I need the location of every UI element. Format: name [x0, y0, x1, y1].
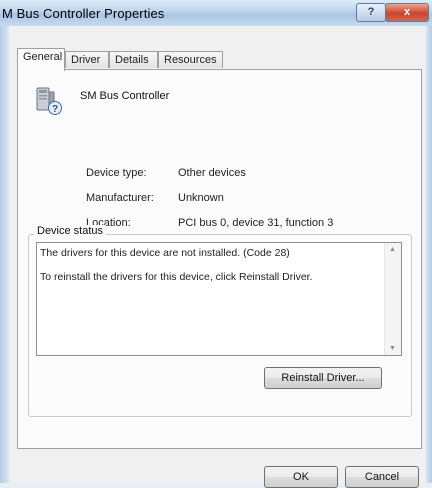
device-name: SM Bus Controller: [80, 90, 170, 102]
status-scrollbar[interactable]: ▲ ▼: [384, 243, 401, 355]
tab-resources[interactable]: Resources: [158, 51, 223, 68]
window-border-left: [0, 26, 9, 483]
scroll-down-arrow-icon[interactable]: ▼: [389, 345, 396, 352]
reinstall-driver-button[interactable]: Reinstall Driver...: [264, 367, 382, 389]
device-status-textbox[interactable]: The drivers for this device are not inst…: [36, 242, 402, 356]
manufacturer-label: Manufacturer:: [86, 192, 154, 204]
scroll-up-arrow-icon[interactable]: ▲: [389, 246, 396, 253]
status-line: The drivers for this device are not inst…: [40, 247, 290, 259]
ok-button[interactable]: OK: [264, 466, 338, 488]
svg-text:?: ?: [52, 104, 58, 115]
tab-details[interactable]: Details: [109, 51, 158, 68]
device-type-value: Other devices: [178, 167, 246, 179]
title-bar[interactable]: M Bus Controller Properties ? x: [0, 0, 432, 27]
general-tab-panel: ? SM Bus Controller Device type: Other d…: [17, 69, 422, 449]
properties-dialog: General Driver Details Resources ? SM Bu…: [9, 26, 426, 488]
tab-general[interactable]: General: [17, 48, 65, 71]
manufacturer-value: Unknown: [178, 192, 224, 204]
help-button[interactable]: ?: [356, 3, 386, 22]
window-border-right: [426, 26, 432, 483]
close-button[interactable]: x: [385, 3, 429, 22]
device-status-label: Device status: [34, 225, 107, 237]
tab-driver[interactable]: Driver: [65, 51, 109, 68]
cancel-button[interactable]: Cancel: [345, 466, 419, 488]
device-question-icon: ?: [36, 87, 62, 115]
location-value: PCI bus 0, device 31, function 3: [178, 217, 334, 229]
device-type-label: Device type:: [86, 167, 147, 179]
window-title: M Bus Controller Properties: [2, 6, 165, 21]
status-line: To reinstall the drivers for this device…: [40, 271, 313, 283]
